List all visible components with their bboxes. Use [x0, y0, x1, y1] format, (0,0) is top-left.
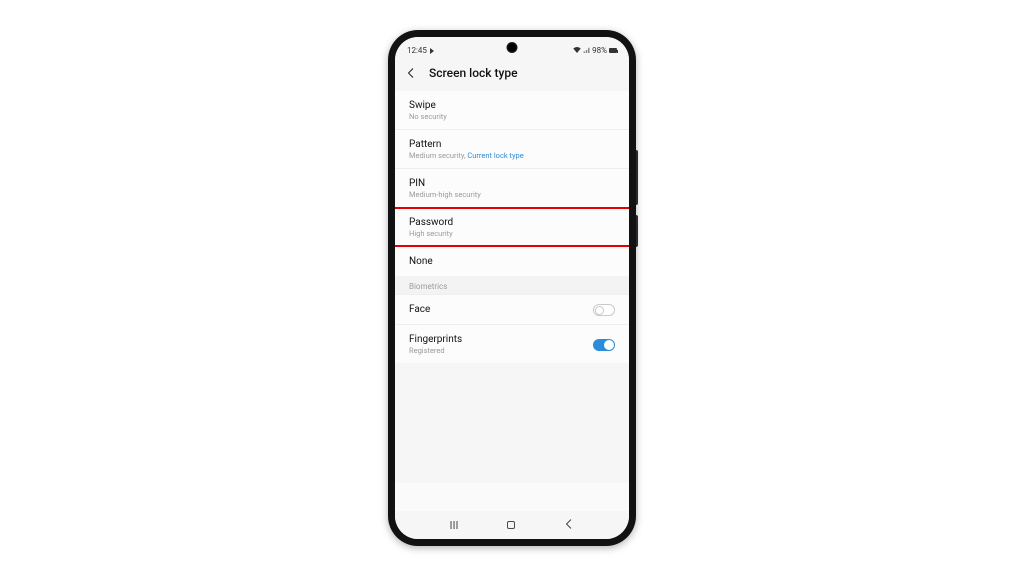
- option-swipe[interactable]: Swipe No security: [395, 91, 629, 130]
- option-pattern[interactable]: Pattern Medium security, Current lock ty…: [395, 130, 629, 169]
- fingerprints-toggle[interactable]: [593, 339, 615, 351]
- status-time: 12:45: [407, 46, 427, 55]
- back-button[interactable]: [564, 519, 574, 532]
- media-icon: [430, 48, 434, 54]
- section-biometrics: Biometrics: [395, 276, 629, 295]
- camera-punch-hole: [508, 43, 517, 52]
- option-subtitle: Registered: [409, 346, 462, 355]
- power-button: [636, 215, 638, 247]
- option-subtitle: High security: [409, 229, 615, 238]
- phone-frame: 12:45 98% Screen lock type S: [388, 30, 636, 546]
- option-title: PIN: [409, 178, 615, 189]
- signal-icon: [583, 46, 590, 55]
- phone-screen: 12:45 98% Screen lock type S: [395, 37, 629, 539]
- face-toggle[interactable]: [593, 304, 615, 316]
- option-title: Password: [409, 217, 615, 228]
- option-face[interactable]: Face: [395, 295, 629, 325]
- option-title: Pattern: [409, 139, 615, 150]
- option-title: Swipe: [409, 100, 615, 111]
- option-title: None: [409, 256, 615, 267]
- option-title: Fingerprints: [409, 334, 462, 345]
- option-pin[interactable]: PIN Medium-high security: [395, 169, 629, 208]
- empty-space: [395, 363, 629, 483]
- current-lock-label: Current lock type: [467, 151, 523, 160]
- content-area: Swipe No security Pattern Medium securit…: [395, 91, 629, 511]
- option-subtitle: No security: [409, 112, 615, 121]
- option-title: Face: [409, 304, 430, 315]
- option-password[interactable]: Password High security: [395, 208, 629, 247]
- back-icon[interactable]: [403, 65, 419, 81]
- battery-icon: [609, 48, 617, 53]
- option-subtitle: Medium security, Current lock type: [409, 151, 615, 160]
- volume-button: [636, 150, 638, 205]
- option-none[interactable]: None: [395, 247, 629, 276]
- battery-percent: 98%: [592, 46, 607, 55]
- option-subtitle: Medium-high security: [409, 190, 615, 199]
- page-header: Screen lock type: [395, 57, 629, 91]
- subtitle-prefix: Medium security,: [409, 151, 467, 160]
- recents-button[interactable]: III: [450, 519, 459, 532]
- page-title: Screen lock type: [429, 66, 518, 80]
- home-button[interactable]: [507, 521, 515, 529]
- nav-bar: III: [395, 511, 629, 539]
- option-fingerprints[interactable]: Fingerprints Registered: [395, 325, 629, 363]
- wifi-icon: [573, 46, 581, 55]
